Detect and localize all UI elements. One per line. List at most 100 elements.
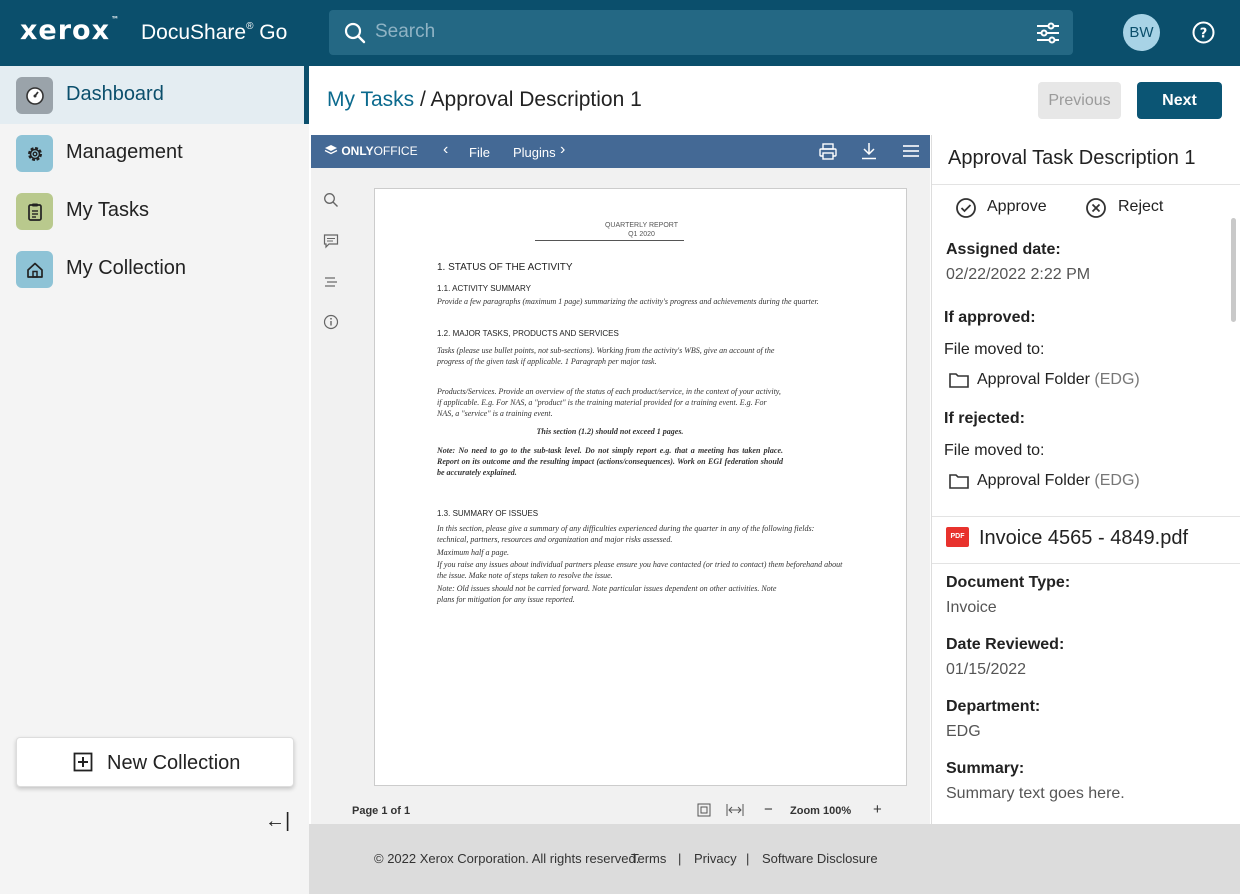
user-avatar[interactable]: BW [1123,14,1160,51]
zoom-in-button[interactable]: + [873,801,882,818]
help-icon[interactable]: ? [1191,20,1216,45]
doc-paragraph: Products/Services. Provide an overview o… [437,387,781,418]
new-collection-label: New Collection [107,752,241,774]
home-icon [16,251,53,288]
document-page[interactable]: QUARTERLY REPORT Q1 2020 1. STATUS OF TH… [374,188,907,786]
svg-text:?: ? [1200,27,1208,42]
doc-heading-1-1: 1.1. ACTIVITY SUMMARY [437,284,531,293]
file-name[interactable]: Invoice 4565 - 4849.pdf [979,527,1188,550]
divider [932,184,1240,185]
sidebar: Dashboard Management My Tasks My Collect… [0,66,309,894]
filter-settings-icon[interactable] [1035,20,1061,46]
task-title: Approval Task Description 1 [948,147,1196,169]
software-disclosure-link[interactable]: Software Disclosure [762,851,878,866]
search-input[interactable] [375,17,975,47]
terms-link[interactable]: Terms [631,851,666,866]
breadcrumb-my-tasks-link[interactable]: My Tasks [327,88,414,111]
check-circle-icon [956,198,976,218]
doc-heading-1-2: 1.2. MAJOR TASKS, PRODUCTS AND SERVICES [437,329,619,338]
zoom-level: Zoom 100% [790,805,852,817]
document-editor: ONLYOFFICE ‹ File Plugins › QUARTERLY RE… [311,135,930,824]
comments-icon[interactable] [323,233,339,249]
x-circle-icon [1086,198,1106,218]
task-panel-scrollbar[interactable] [1231,218,1236,322]
if-rejected-label: If rejected: [944,410,1025,427]
sidebar-item-dashboard[interactable]: Dashboard [0,66,305,124]
document-type-value: Invoice [946,599,997,616]
privacy-link[interactable]: Privacy [694,851,737,866]
previous-button[interactable]: Previous [1038,82,1121,119]
doc-subtitle: Q1 2020 [628,231,655,238]
doc-paragraph: If you raise any issues about individual… [437,560,843,580]
divider [932,563,1240,564]
collapse-sidebar-icon[interactable]: ←| [265,810,290,833]
assigned-date-label: Assigned date: [946,241,1061,258]
product-name: DocuShare® Go [141,21,288,44]
folder-icon [949,474,969,489]
department-label: Department: [946,698,1041,715]
page-indicator: Page 1 of 1 [352,805,411,817]
rejected-moved-label: File moved to: [944,442,1045,459]
copyright-text: © 2022 Xerox Corporation. All rights res… [374,851,640,866]
footer-separator: | [746,851,750,866]
menu-plugins[interactable]: Plugins [513,145,556,160]
approved-moved-label: File moved to: [944,341,1045,358]
doc-paragraph: This section (1.2) should not exceed 1 p… [536,427,684,436]
doc-paragraph: In this section, please give a summary o… [437,524,815,544]
zoom-out-button[interactable]: − [764,801,773,818]
reject-label: Reject [1118,198,1164,215]
print-icon[interactable] [819,143,837,160]
department-value: EDG [946,723,981,740]
hamburger-menu-icon[interactable] [903,144,919,158]
search-icon[interactable] [343,21,367,45]
editor-toolbar: ONLYOFFICE ‹ File Plugins › [311,135,930,168]
folder-icon [949,373,969,388]
gauge-icon [16,77,53,114]
sidebar-item-my-collection[interactable]: My Collection [0,240,305,298]
approved-folder-name: Approval Folder [977,371,1090,388]
document-type-label: Document Type: [946,574,1071,591]
approved-folder-suffix: (EDG) [1094,371,1140,388]
xerox-logo[interactable]: xerox™ [20,15,120,46]
assigned-date-value: 02/22/2022 2:22 PM [946,266,1091,283]
menu-file[interactable]: File [469,145,490,160]
search-bar [329,10,1073,55]
breadcrumb: My Tasks / Approval Description 1 [327,88,642,112]
navigation-icon[interactable] [323,274,339,290]
breadcrumb-separator: / [419,88,426,111]
back-chevron-icon[interactable]: ‹ [443,141,448,159]
find-icon[interactable] [323,192,339,208]
sidebar-item-label: Management [66,141,183,163]
forward-chevron-icon[interactable]: › [560,141,565,159]
editor-left-toolbar [311,168,353,798]
rejected-folder-suffix: (EDG) [1094,472,1140,489]
gear-icon [16,135,53,172]
info-icon[interactable] [323,314,339,330]
new-collection-button[interactable]: New Collection [16,737,294,787]
doc-paragraph: Note: Old issues should not be carried f… [437,584,777,604]
pdf-icon: PDF [946,527,969,547]
doc-paragraph: Tasks (please use bullet points, not sub… [437,346,775,366]
sidebar-item-my-tasks[interactable]: My Tasks [0,182,305,240]
doc-heading-1-3: 1.3. SUMMARY OF ISSUES [437,509,539,518]
sidebar-item-label: My Tasks [66,199,149,221]
fit-page-icon[interactable] [697,803,711,817]
date-reviewed-label: Date Reviewed: [946,636,1065,653]
divider [932,516,1240,517]
onlyoffice-layers-icon [324,145,338,155]
next-button[interactable]: Next [1137,82,1222,119]
doc-paragraph: Provide a few paragraphs (maximum 1 page… [437,297,819,306]
fit-width-icon[interactable] [726,804,744,816]
editor-status-bar: Page 1 of 1 − Zoom 100% + [311,798,930,824]
date-reviewed-value: 01/15/2022 [946,661,1027,678]
sidebar-item-management[interactable]: Management [0,124,305,182]
approve-label: Approve [987,198,1047,215]
doc-paragraph: Note: No need to go to the sub-task leve… [437,446,783,477]
doc-heading-1: 1. STATUS OF THE ACTIVITY [437,262,573,273]
rejected-folder-name: Approval Folder [977,472,1090,489]
doc-title-rule [535,240,684,241]
onlyoffice-logo: ONLYOFFICE [324,144,418,158]
download-icon[interactable] [861,142,877,160]
doc-paragraph: Maximum half a page. [437,548,509,557]
add-box-icon [73,752,93,772]
